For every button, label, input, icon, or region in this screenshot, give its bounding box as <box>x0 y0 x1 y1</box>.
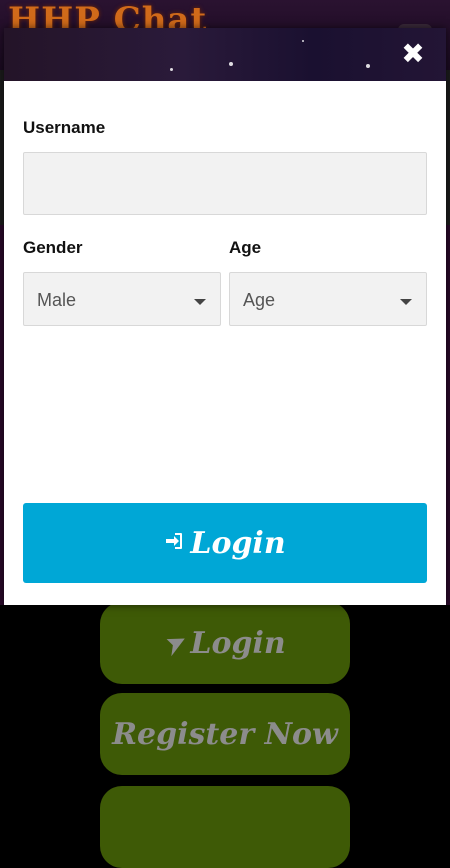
star-decoration <box>366 64 370 68</box>
star-decoration <box>170 68 173 71</box>
age-select[interactable]: Age <box>229 272 427 326</box>
modal-header: ✖ <box>4 28 446 81</box>
gender-select[interactable]: Male <box>23 272 221 326</box>
login-button[interactable]: Login <box>23 503 427 583</box>
age-selected-value: Age <box>243 290 276 310</box>
chevron-down-icon <box>194 299 206 305</box>
background-login-button[interactable]: ➤ Login <box>100 602 350 684</box>
login-button-label: Login <box>190 525 286 561</box>
gender-selected-value: Male <box>37 290 77 310</box>
age-label: Age <box>229 238 262 257</box>
star-decoration <box>229 62 233 66</box>
username-label: Username <box>23 118 106 137</box>
username-input[interactable] <box>24 153 426 214</box>
background-login-label: Login <box>190 625 286 661</box>
background-extra-button[interactable] <box>100 786 350 868</box>
register-now-label: Register Now <box>112 716 338 752</box>
register-now-button[interactable]: Register Now <box>100 693 350 775</box>
login-modal: ✖ Username Gender Male Age Age Login <box>4 28 446 605</box>
star-decoration <box>302 40 304 42</box>
gender-label: Gender <box>23 238 83 257</box>
sign-in-icon <box>164 531 184 555</box>
chevron-down-icon <box>400 299 412 305</box>
close-icon[interactable]: ✖ <box>398 39 428 69</box>
send-arrow-icon: ➤ <box>158 625 191 661</box>
username-field[interactable] <box>23 152 427 215</box>
